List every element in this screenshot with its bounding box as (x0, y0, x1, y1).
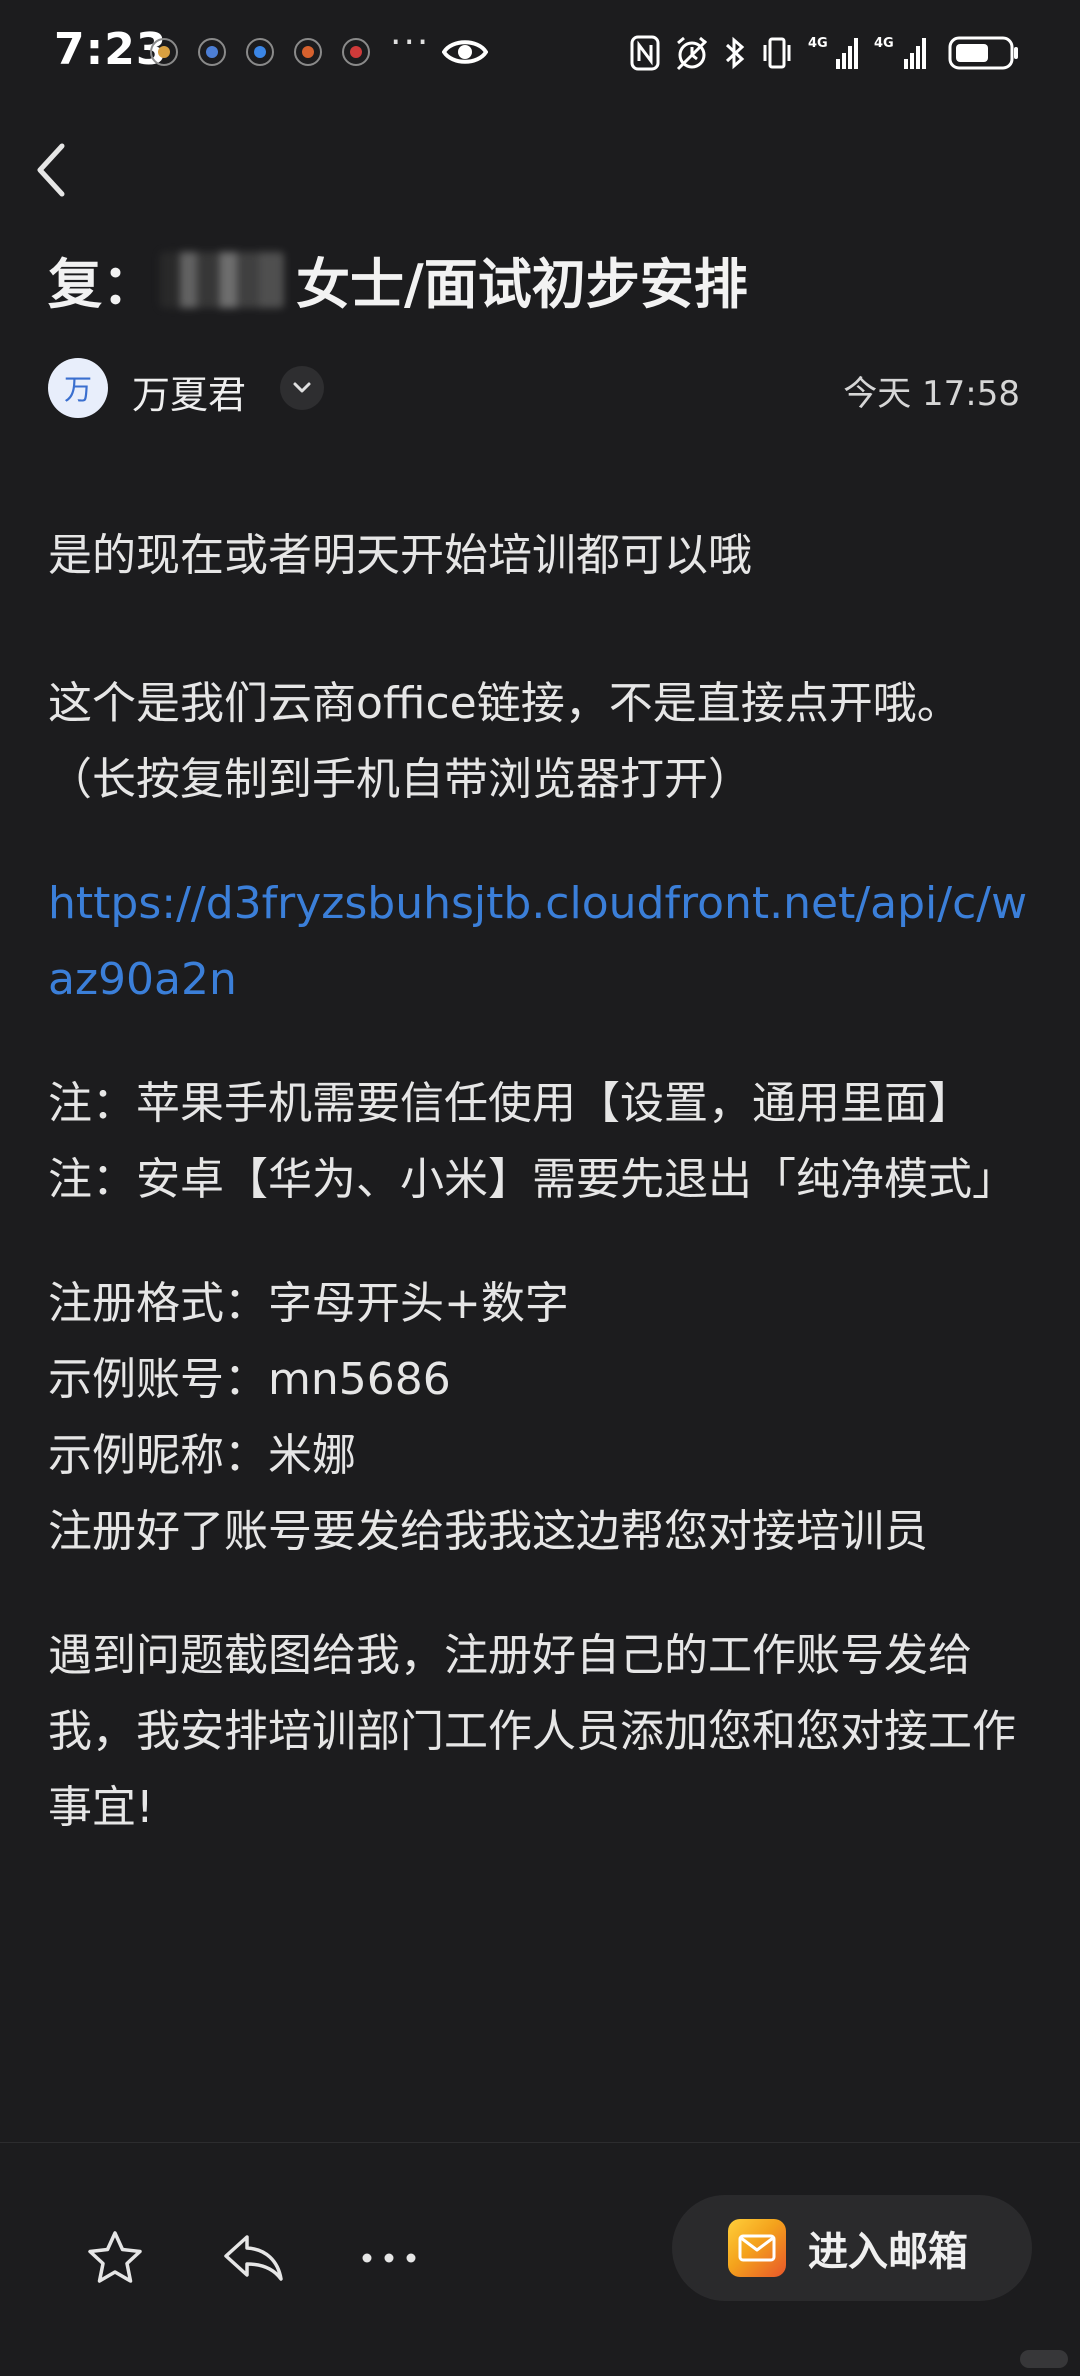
more-icon (362, 2253, 416, 2263)
app-notification-icon (246, 38, 274, 66)
more-button[interactable] (344, 2213, 434, 2303)
signal-icon: 4G (874, 33, 934, 73)
bluetooth-icon (724, 35, 746, 71)
sender-row: 万 万夏君 今天 17:58 (48, 358, 1020, 418)
avatar[interactable]: 万 (48, 358, 108, 418)
body-line: 这个是我们云商office链接，不是直接点开哦。 (48, 678, 961, 729)
redacted-name (160, 251, 284, 308)
more-notifications-icon: ··· (390, 22, 431, 63)
vibrate-icon (760, 35, 794, 71)
chevron-down-icon (293, 382, 311, 393)
weibo-icon (150, 38, 178, 66)
nfc-icon (630, 35, 660, 71)
body-line: 注册格式：字母开头+数字 (48, 1278, 569, 1329)
subject-suffix: 女士/面试初步安排 (296, 253, 748, 316)
sender-details-button[interactable] (280, 366, 324, 410)
reply-icon (224, 2235, 283, 2281)
notification-icons (150, 38, 370, 66)
body-line: 遇到问题截图给我，注册好自己的工作账号发给我，我安排培训部门工作人员添加您和您对… (48, 1630, 1016, 1833)
subject-prefix: 复： (48, 253, 156, 316)
sender-name[interactable]: 万夏君 (132, 364, 246, 419)
mail-link[interactable]: https://d3fryzsbuhsjtb.cloudfront.net/ap… (48, 866, 1038, 1018)
body-line: 是的现在或者明天开始培训都可以哦 (48, 530, 752, 581)
star-button[interactable] (70, 2213, 160, 2303)
star-icon (88, 2231, 142, 2283)
mailbox-app-icon (728, 2219, 786, 2277)
battery-icon (948, 35, 1020, 71)
back-button[interactable] (30, 140, 90, 210)
enter-mailbox-label: 进入邮箱 (808, 2229, 968, 2275)
system-status-icons: 4G 4G (630, 30, 1020, 76)
mail-body: 是的现在或者明天开始培训都可以哦 这个是我们云商office链接，不是直接点开哦… (48, 518, 1038, 2142)
body-line: （长按复制到手机自带浏览器打开） (48, 754, 752, 805)
app-notification-icon (198, 38, 226, 66)
body-line: 示例昵称：米娜 (48, 1430, 356, 1481)
app-notification-icon (294, 38, 322, 66)
signal-icon: 4G (808, 33, 860, 73)
chevron-left-icon (37, 143, 65, 197)
bottom-toolbar: 进入邮箱 (0, 2142, 1080, 2376)
body-line: 示例账号：mn5686 (48, 1354, 451, 1405)
envelope-icon (738, 2234, 776, 2262)
body-fade (48, 2102, 1038, 2142)
reply-button[interactable] (208, 2213, 298, 2303)
watermark (1020, 2350, 1068, 2368)
body-line: 注册好了账号要发给我我这边帮您对接培训员 (48, 1506, 928, 1557)
network-label: 4G (874, 36, 894, 51)
eye-icon (442, 40, 488, 64)
body-note: 注：安卓【华为、小米】需要先退出「纯净模式」 (48, 1154, 1016, 1205)
alarm-icon (674, 35, 710, 71)
mail-subject: 复： 女士/面试初步安排 (48, 240, 748, 319)
mail-timestamp: 今天 17:58 (843, 374, 1020, 414)
network-label: 4G (808, 36, 828, 51)
status-bar: 7:23 ··· 4G 4G (0, 0, 1080, 108)
enter-mailbox-button[interactable]: 进入邮箱 (672, 2195, 1032, 2301)
body-note: 注：苹果手机需要信任使用【设置，通用里面】 (48, 1078, 972, 1129)
app-notification-icon (342, 38, 370, 66)
